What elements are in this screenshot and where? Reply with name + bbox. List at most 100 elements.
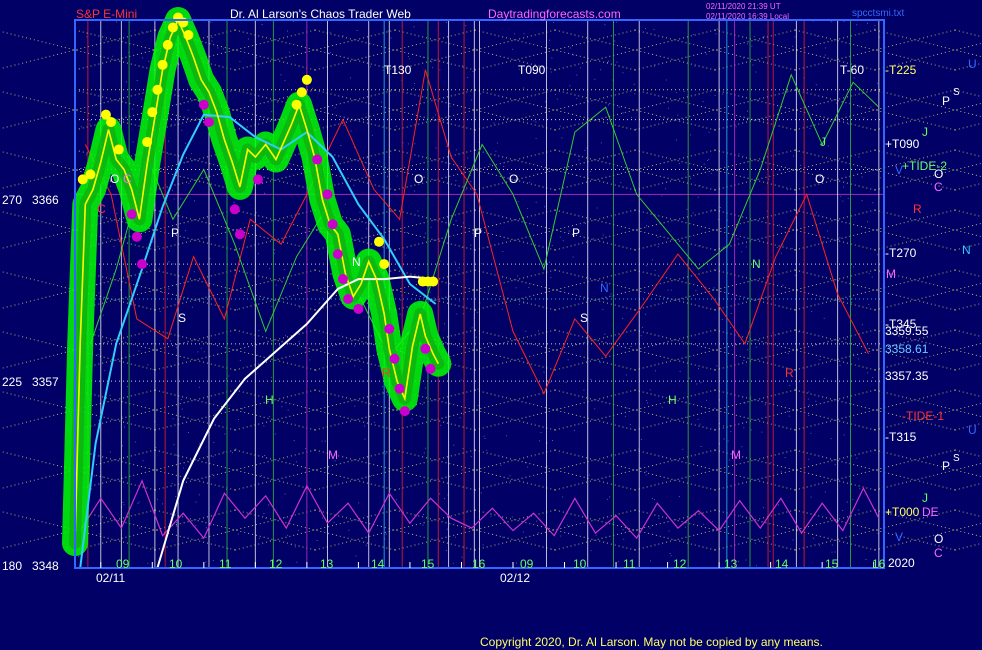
star-dot [249,235,251,237]
left-axis-angle-225: 225 [2,375,23,389]
star-dot [697,196,699,198]
swing-low-dot [312,154,323,165]
planet-glyph: C [934,546,943,560]
star-dot [570,47,572,49]
star-dot [807,398,809,400]
star-dot [735,126,737,128]
star-dot [263,425,265,427]
star-dot [763,507,764,509]
star-dot [730,431,732,433]
star-dot [180,198,182,200]
star-dot [755,565,757,567]
star-dot [549,382,551,384]
star-dot [271,376,273,378]
star-dot [406,232,408,233]
star-dot [879,36,881,38]
star-dot [371,134,373,136]
star-dot [197,351,199,353]
star-dot [124,426,125,428]
star-dot [684,526,686,528]
star-dot [205,527,207,529]
star-dot [264,192,265,194]
star-dot [646,265,648,267]
star-dot [539,440,541,442]
star-dot [553,21,555,23]
planet-glyph: O [934,167,944,181]
star-dot [769,550,771,552]
star-dot [682,448,684,450]
star-dot [316,540,318,541]
star-dot [471,99,473,101]
x-tick-label: 10 [169,557,183,571]
star-dot [787,188,789,190]
star-dot [525,330,527,332]
star-dot [300,254,302,256]
star-dot [190,153,192,155]
star-dot [105,39,107,41]
star-dot [496,142,498,144]
star-dot [369,66,371,68]
planet-glyph: U [968,423,977,437]
x-tick-label: 12 [269,557,283,571]
star-dot [176,454,178,456]
star-dot [567,524,569,526]
copyright-notice: Copyright 2020, Dr. Al Larson. May not b… [480,635,823,649]
chart-letter: M [731,448,741,462]
swing-high-dot [106,117,117,128]
star-dot [280,279,282,281]
star-dot [138,350,140,352]
time-marker: T130 [384,63,412,77]
star-dot [600,142,602,144]
star-dot [449,105,451,107]
star-dot [840,195,842,197]
star-dot [456,269,458,271]
star-dot [241,408,243,410]
star-dot [810,496,812,498]
star-dot [808,415,810,417]
star-dot [622,317,624,319]
star-dot [666,79,667,81]
star-dot [465,25,467,27]
star-dot [192,306,193,308]
star-dot [776,247,778,248]
star-dot [618,173,620,175]
star-dot [711,521,713,523]
star-dot [186,161,188,163]
x-tick-label: 13 [320,557,334,571]
star-dot [714,94,716,96]
star-dot [421,404,423,406]
star-dot [235,448,237,450]
star-dot [559,236,561,238]
star-dot [738,153,740,155]
diagonal-line [954,542,982,551]
star-dot [188,182,190,184]
chart-letter: C [123,172,132,186]
star-dot [260,475,262,477]
star-dot [205,561,207,563]
star-dot [148,60,150,62]
star-dot [198,299,200,301]
swing-high-dot [162,39,173,50]
star-dot [399,313,401,315]
star-dot [792,539,794,541]
star-dot [517,275,519,277]
star-dot [157,246,159,248]
star-dot [692,212,694,214]
instrument-name: S&P E-Mini [76,7,138,21]
star-dot [856,457,858,459]
swing-low-dot [384,323,395,334]
planet-glyph: M [886,267,896,281]
star-dot [506,435,508,437]
star-dot [642,326,644,328]
star-dot [360,368,362,370]
star-dot [141,31,143,33]
star-dot [861,200,863,202]
swing-low-dot [322,189,333,200]
star-dot [633,83,635,85]
star-dot [606,298,607,300]
star-dot [654,499,656,500]
star-dot [93,475,95,477]
chart-letter: P [572,226,581,240]
chart-letter: C [97,202,106,216]
star-dot [502,251,504,252]
